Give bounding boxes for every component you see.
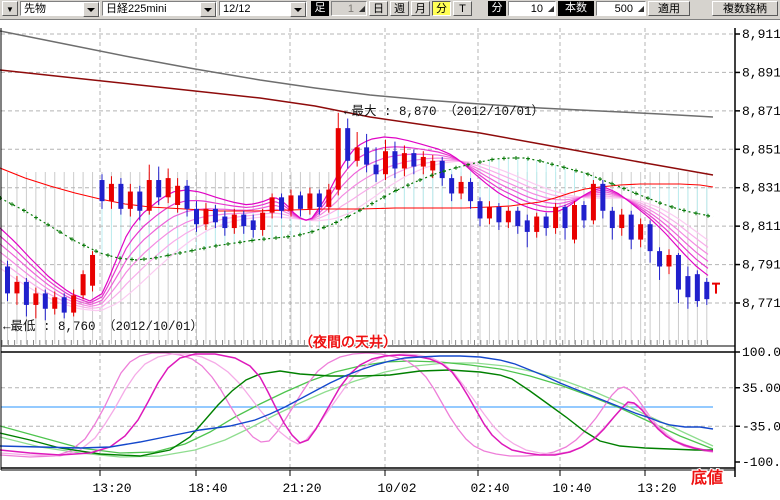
svg-text:8,811: 8,811: [742, 219, 780, 234]
contract-month-select[interactable]: 12/12: [219, 1, 307, 16]
time-axis-labels: 13:20 18:40 21:20 10/02 02:40 10:40 13:20: [92, 470, 676, 496]
svg-text:8,851: 8,851: [742, 142, 780, 157]
stepper-icon[interactable]: ◢: [359, 4, 365, 13]
ashi-count-value: 1: [348, 3, 354, 15]
symbol-select[interactable]: 日経225mini: [102, 1, 217, 16]
chevron-down-icon[interactable]: [83, 2, 99, 17]
svg-text:100.00: 100.00: [742, 345, 780, 360]
last-price-marker: [712, 284, 720, 294]
toolbar: ▼ 先物 日経225mini 12/12 足 1 ◢ 日 週 月 分 T 分 1…: [0, 0, 780, 20]
svg-text:13:20: 13:20: [92, 481, 131, 496]
svg-text:8,891: 8,891: [742, 65, 780, 80]
svg-text:8,911: 8,911: [742, 27, 780, 42]
contract-value: 12/12: [223, 3, 251, 16]
ashi-count-stepper[interactable]: 1 ◢: [331, 1, 367, 16]
svg-text:8,871: 8,871: [742, 104, 780, 119]
svg-text:←最大 : 8,870 （2012/10/01）: ←最大 : 8,870 （2012/10/01）: [344, 104, 544, 119]
svg-text:-100.00: -100.00: [742, 455, 780, 470]
svg-text:←最低 : 8,760 （2012/10/01）: ←最低 : 8,760 （2012/10/01）: [3, 319, 203, 334]
trading-chart-window: 8,911 8,891 8,871 8,851 8,831 8,811 8,791 8,771…: [0, 0, 780, 500]
svg-text:35.00: 35.00: [742, 381, 780, 396]
bars-stepper[interactable]: 500 ◢: [596, 1, 646, 16]
ashi-label: 足: [311, 1, 329, 16]
stepper-icon[interactable]: ◢: [548, 4, 554, 13]
minute-stepper[interactable]: 10 ◢: [508, 1, 556, 16]
period-tick-button[interactable]: T: [453, 1, 472, 16]
chevron-down-icon[interactable]: [290, 2, 306, 17]
price-axis-labels: 8,911 8,891 8,871 8,851 8,831 8,811 8,791 8,771…: [735, 27, 780, 470]
svg-text:（夜間の天井）: （夜間の天井）: [299, 334, 397, 352]
category-select[interactable]: 先物: [20, 1, 100, 16]
svg-text:21:20: 21:20: [282, 481, 321, 496]
chevron-down-icon[interactable]: [200, 2, 216, 17]
minute-label: 分: [488, 1, 506, 16]
svg-text:10:40: 10:40: [552, 481, 591, 496]
svg-text:8,791: 8,791: [742, 258, 780, 273]
pink-ma-fan: [0, 137, 708, 311]
period-minute-button[interactable]: 分: [432, 1, 451, 16]
oscillator-lines: [0, 353, 713, 457]
svg-text:02:40: 02:40: [470, 481, 509, 496]
category-value: 先物: [24, 3, 46, 16]
chart-canvas[interactable]: 8,911 8,891 8,871 8,851 8,831 8,811 8,791 8,771…: [0, 0, 780, 500]
period-week-button[interactable]: 週: [390, 1, 409, 16]
chevron-down-icon: ▼: [6, 5, 14, 14]
svg-text:13:20: 13:20: [637, 481, 676, 496]
svg-text:10/02: 10/02: [377, 481, 416, 496]
svg-text:8,831: 8,831: [742, 181, 780, 196]
svg-text:-35.00: -35.00: [742, 419, 780, 434]
toolbar-menu-button[interactable]: ▼: [2, 1, 18, 16]
period-month-button[interactable]: 月: [411, 1, 430, 16]
svg-text:底値: 底値: [691, 468, 723, 488]
multi-symbol-button[interactable]: 複数銘柄: [712, 1, 778, 16]
bars-value: 500: [615, 3, 633, 15]
stepper-icon[interactable]: ◢: [638, 4, 644, 13]
apply-button[interactable]: 適用: [648, 1, 690, 16]
bars-label: 本数: [558, 1, 594, 16]
period-day-button[interactable]: 日: [369, 1, 388, 16]
minute-value: 10: [531, 3, 543, 15]
svg-text:18:40: 18:40: [188, 481, 227, 496]
symbol-value: 日経225mini: [106, 3, 167, 16]
svg-text:8,771: 8,771: [742, 296, 780, 311]
